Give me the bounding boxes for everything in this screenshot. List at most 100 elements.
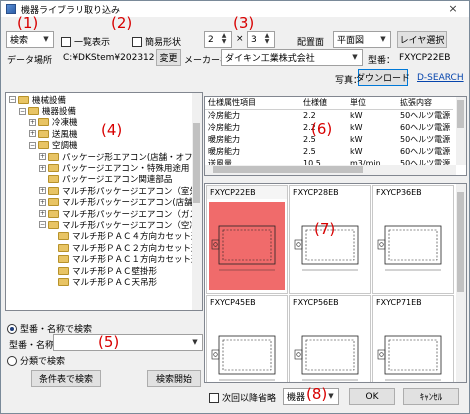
spec-scroll-thumb[interactable]: [457, 100, 464, 128]
list-view-checkbox[interactable]: 一覧表示: [61, 35, 110, 48]
tree-scrollbar[interactable]: [192, 93, 202, 310]
thumbnail-model-label: FXYCP22EB: [207, 186, 287, 199]
chevron-down-icon: ▼: [43, 35, 49, 43]
spec-cell: kW: [350, 110, 363, 120]
tree-item-label: 空調機: [52, 141, 78, 152]
thumbnail-fxycp71eb[interactable]: FXYCP71EB: [372, 295, 454, 382]
tree-item[interactable]: + マルチ形パッケージエアコン(店舗・オフィス用: [6, 197, 202, 208]
tree-item-label: マルチ形ＰＡＣ２方向カセット形: [72, 243, 200, 254]
tree-item[interactable]: マルチ形ＰＡＣ１方向カセット形: [6, 253, 202, 265]
skip-next-label: 次回以降省略: [222, 394, 277, 404]
search-by-category-radio[interactable]: 分類で検索: [7, 354, 65, 367]
radio-category[interactable]: [7, 355, 17, 366]
spec-row[interactable]: 暖房能力 2.5 kW 60ヘルツ電源: [205, 145, 453, 157]
close-icon[interactable]: ×: [441, 1, 465, 17]
skip-next-checkbox[interactable]: 次回以降省略: [209, 391, 276, 404]
tree-item[interactable]: パッケージエアコン関連部品: [6, 174, 202, 185]
folder-icon: [58, 232, 69, 241]
tree-scroll-thumb[interactable]: [193, 123, 200, 203]
unit-drawing: [292, 202, 368, 290]
unit-drawing: [292, 312, 368, 382]
library-import-dialog: 機器ライブラリ取り込み × 検索 ▼ 一覧表示 簡易形状 2 ▲ ▼ × 3 ▲ ▼…: [0, 0, 470, 414]
spec-column-header[interactable]: 単位: [347, 97, 397, 110]
chevron-down-icon: ▼: [380, 35, 386, 43]
folder-icon: [38, 118, 49, 127]
tree-item-label: パッケージエアコン関連部品: [62, 175, 173, 186]
thumbnail-model-label: FXYCP71EB: [376, 298, 422, 307]
change-location-button[interactable]: 変更: [156, 49, 181, 66]
spec-hscrollbar[interactable]: [205, 165, 456, 175]
expand-icon[interactable]: +: [39, 198, 46, 206]
thumbnail-fxycp22eb[interactable]: FXYCP22EB: [206, 185, 288, 294]
expand-icon[interactable]: +: [39, 210, 46, 218]
skip-next-check[interactable]: [209, 392, 219, 403]
expand-icon[interactable]: +: [29, 118, 36, 126]
tree-item[interactable]: マルチ形ＰＡＣ壁掛形: [6, 265, 202, 277]
layer-select-button[interactable]: レイヤ選択: [397, 31, 447, 48]
dsearch-link[interactable]: D-SEARCH: [417, 73, 464, 83]
thumb-scroll-thumb[interactable]: [457, 192, 464, 292]
thumbnail-fxycp36eb[interactable]: FXYCP36EB: [372, 185, 454, 294]
annotation-4: (4): [101, 121, 123, 139]
tree-item[interactable]: マルチ形ＰＡＣ４方向カセット形: [6, 231, 202, 242]
placement-dropdown[interactable]: 平面図 ▼: [333, 31, 391, 48]
app-icon: [6, 4, 16, 14]
collapse-icon[interactable]: −: [9, 96, 16, 104]
radio-model[interactable]: [7, 323, 17, 334]
spec-hscroll-thumb[interactable]: [213, 166, 363, 173]
unit-drawing: [375, 202, 451, 290]
expand-icon[interactable]: +: [39, 153, 46, 161]
simple-shape-check[interactable]: [132, 36, 142, 47]
collapse-icon[interactable]: −: [29, 141, 36, 149]
thumbnail-model-label: FXYCP56EB: [293, 298, 339, 307]
expand-icon[interactable]: +: [39, 164, 46, 172]
tree-item-label: マルチ形ＰＡＣ天吊形: [72, 277, 158, 288]
thumbnail-fxycp28eb[interactable]: FXYCP28EB: [289, 185, 371, 294]
tree-item[interactable]: − 機械設備: [6, 94, 202, 106]
model-search-input[interactable]: ▼: [53, 334, 203, 351]
spin-b-field[interactable]: 3 ▲ ▼: [247, 31, 275, 48]
spec-cell: kW: [350, 122, 363, 132]
folder-icon: [58, 277, 69, 286]
tree-item[interactable]: マルチ形ＰＡＣ天吊形: [6, 276, 202, 288]
folder-icon: [48, 209, 59, 218]
spin-arrows-icon[interactable]: ▲ ▼: [219, 33, 229, 46]
tree-item[interactable]: − 空調機: [6, 140, 202, 151]
thumbnail-fxycp56eb[interactable]: FXYCP56EB: [289, 295, 371, 382]
placement-label: 配置面: [297, 38, 325, 48]
expand-icon[interactable]: +: [29, 130, 36, 138]
tree-item[interactable]: マルチ形ＰＡＣ２方向カセット形: [6, 242, 202, 254]
tree-item[interactable]: − 機器設備: [6, 105, 202, 117]
spin-b-value: 3: [251, 34, 257, 45]
tree-item[interactable]: + パッケージエアコン・特殊用途用: [6, 162, 202, 174]
search-mode-value: 検索: [10, 36, 29, 46]
spec-column-header[interactable]: 仕様属性項目: [205, 97, 300, 110]
download-button[interactable]: ダウンロード: [356, 69, 410, 86]
spec-column-header[interactable]: 仕様値: [300, 97, 347, 110]
spin-a-field[interactable]: 2 ▲ ▼: [204, 31, 232, 48]
spin-arrows-icon[interactable]: ▲ ▼: [262, 33, 272, 46]
simple-shape-checkbox[interactable]: 簡易形状: [132, 35, 181, 48]
condition-search-button[interactable]: 条件表で検索: [31, 370, 101, 387]
ok-button[interactable]: OK: [349, 388, 395, 405]
tree-item[interactable]: + マルチ形パッケージエアコン（室外機）: [6, 185, 202, 197]
tree-item[interactable]: + パッケージ形エアコン(店舗・オフィス用: [6, 151, 202, 163]
spec-scrollbar[interactable]: [456, 97, 466, 165]
expand-icon[interactable]: +: [39, 187, 46, 195]
thumb-scrollbar[interactable]: [456, 184, 466, 382]
annotation-8: (8): [306, 385, 328, 403]
tree-item[interactable]: − マルチ形パッケージエアコン（空冷ＨＰ: [6, 219, 202, 231]
collapse-icon[interactable]: −: [39, 221, 46, 229]
list-view-check[interactable]: [61, 36, 71, 47]
search-mode-dropdown[interactable]: 検索 ▼: [6, 31, 54, 48]
thumbnail-fxycp45eb[interactable]: FXYCP45EB: [206, 295, 288, 382]
collapse-icon[interactable]: −: [19, 107, 26, 115]
tree-item[interactable]: + マルチ形パッケージエアコン（ガスＨＰ: [6, 208, 202, 220]
kind-value: 機器: [287, 393, 306, 403]
cancel-button[interactable]: ｷｬﾝｾﾙ: [403, 388, 459, 405]
thumbnail-model-label: FXYCP36EB: [376, 188, 422, 197]
start-search-button[interactable]: 検索開始: [147, 370, 201, 387]
maker-dropdown[interactable]: ダイキン工業株式会社 ▼: [221, 49, 363, 66]
spec-column-header[interactable]: 拡張内容: [397, 97, 454, 110]
folder-icon: [48, 152, 59, 161]
